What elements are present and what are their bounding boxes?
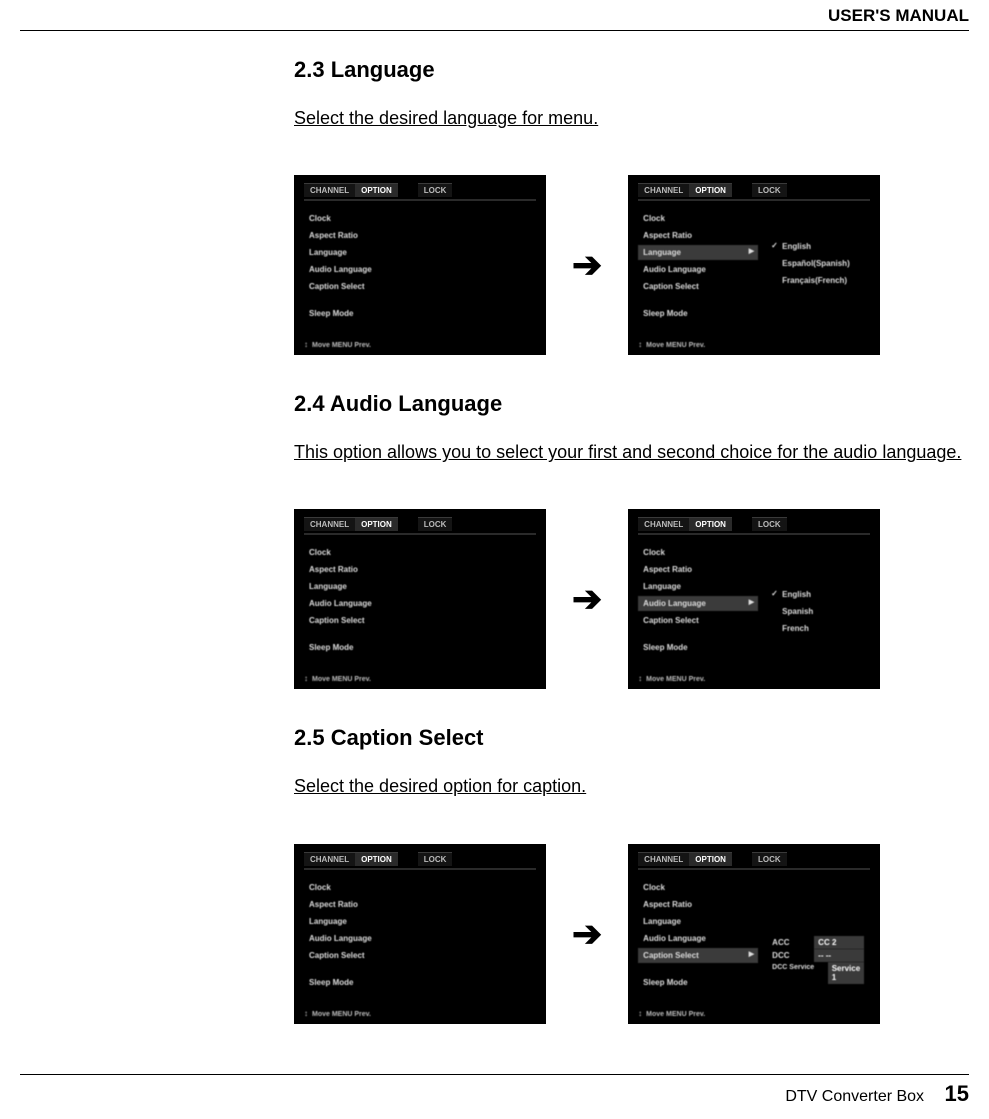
arrow-icon: ➔	[572, 581, 602, 617]
tv-screenshot-option-menu: CHANNEL OPTION LOCK Clock Aspect Ratio L…	[294, 175, 546, 355]
section-heading-language: 2.3 Language	[294, 57, 969, 83]
tv-screenshot-caption-submenu: CHANNEL OPTION LOCK Clock Aspect Ratio L…	[628, 844, 880, 1024]
tv-screenshot-language-submenu: CHANNEL OPTION LOCK Clock Aspect Ratio L…	[628, 175, 880, 355]
arrow-icon: ➔	[572, 916, 602, 952]
caption-acc-row: ACC CC 2	[768, 936, 864, 949]
tab-lock: LOCK	[418, 183, 453, 197]
menu-item-audio-selected: Audio Language	[638, 596, 758, 611]
page-footer: DTV Converter Box 15	[785, 1081, 969, 1107]
audio-submenu: English Spanish French	[768, 545, 864, 657]
section-desc-caption: Select the desired option for caption.	[294, 769, 969, 803]
menu-item-language-selected: Language	[638, 245, 758, 260]
footer-product: DTV Converter Box	[785, 1088, 924, 1105]
tab-option: OPTION	[355, 183, 398, 197]
section-desc-audio: This option allows you to select your fi…	[294, 435, 969, 469]
section-desc-language: Select the desired language for menu.	[294, 101, 969, 135]
tv-screenshot-audio-submenu: CHANNEL OPTION LOCK Clock Aspect Ratio L…	[628, 509, 880, 689]
menu-item-caption-selected: Caption Select	[638, 948, 758, 963]
tv-screenshot-option-menu-2: CHANNEL OPTION LOCK Clock Aspect Ratio L…	[294, 509, 546, 689]
caption-submenu: ACC CC 2 DCC -- -- DCC Service Service 1	[768, 880, 864, 992]
tv-screenshot-option-menu-3: CHANNEL OPTION LOCK Clock Aspect Ratio L…	[294, 844, 546, 1024]
lang-option-english: English	[768, 239, 864, 254]
lang-option-french: Français(French)	[768, 273, 864, 288]
menu-item-aspect: Aspect Ratio	[304, 228, 424, 243]
menu-item-caption: Caption Select	[304, 279, 424, 294]
tv-nav-hint: Move MENU Prev.	[304, 340, 371, 349]
language-submenu: English Español(Spanish) Français(French…	[768, 211, 864, 323]
figure-row-audio: CHANNEL OPTION LOCK Clock Aspect Ratio L…	[294, 509, 969, 689]
audio-option-english: English	[768, 587, 864, 602]
menu-item-sleep: Sleep Mode	[304, 306, 424, 321]
section-heading-caption: 2.5 Caption Select	[294, 725, 969, 751]
content-column: 2.3 Language Select the desired language…	[294, 31, 969, 1024]
audio-option-spanish: Spanish	[768, 604, 864, 619]
lang-option-spanish: Español(Spanish)	[768, 256, 864, 271]
menu-item-language: Language	[304, 245, 424, 260]
option-menu-list: Clock Aspect Ratio Language Audio Langua…	[304, 211, 424, 323]
footer-page-number: 15	[945, 1081, 969, 1106]
page-header: USER'S MANUAL	[20, 0, 969, 26]
tab-channel: CHANNEL	[304, 183, 355, 197]
menu-item-audio: Audio Language	[304, 262, 424, 277]
audio-option-french: French	[768, 621, 864, 636]
section-heading-audio: 2.4 Audio Language	[294, 391, 969, 417]
caption-dccservice-row: DCC Service Service 1	[768, 962, 864, 984]
rule-bottom	[20, 1074, 969, 1075]
figure-row-caption: CHANNEL OPTION LOCK Clock Aspect Ratio L…	[294, 844, 969, 1024]
arrow-icon: ➔	[572, 247, 602, 283]
caption-dcc-row: DCC -- --	[768, 949, 864, 962]
menu-item-clock: Clock	[304, 211, 424, 226]
figure-row-language: CHANNEL OPTION LOCK Clock Aspect Ratio L…	[294, 175, 969, 355]
